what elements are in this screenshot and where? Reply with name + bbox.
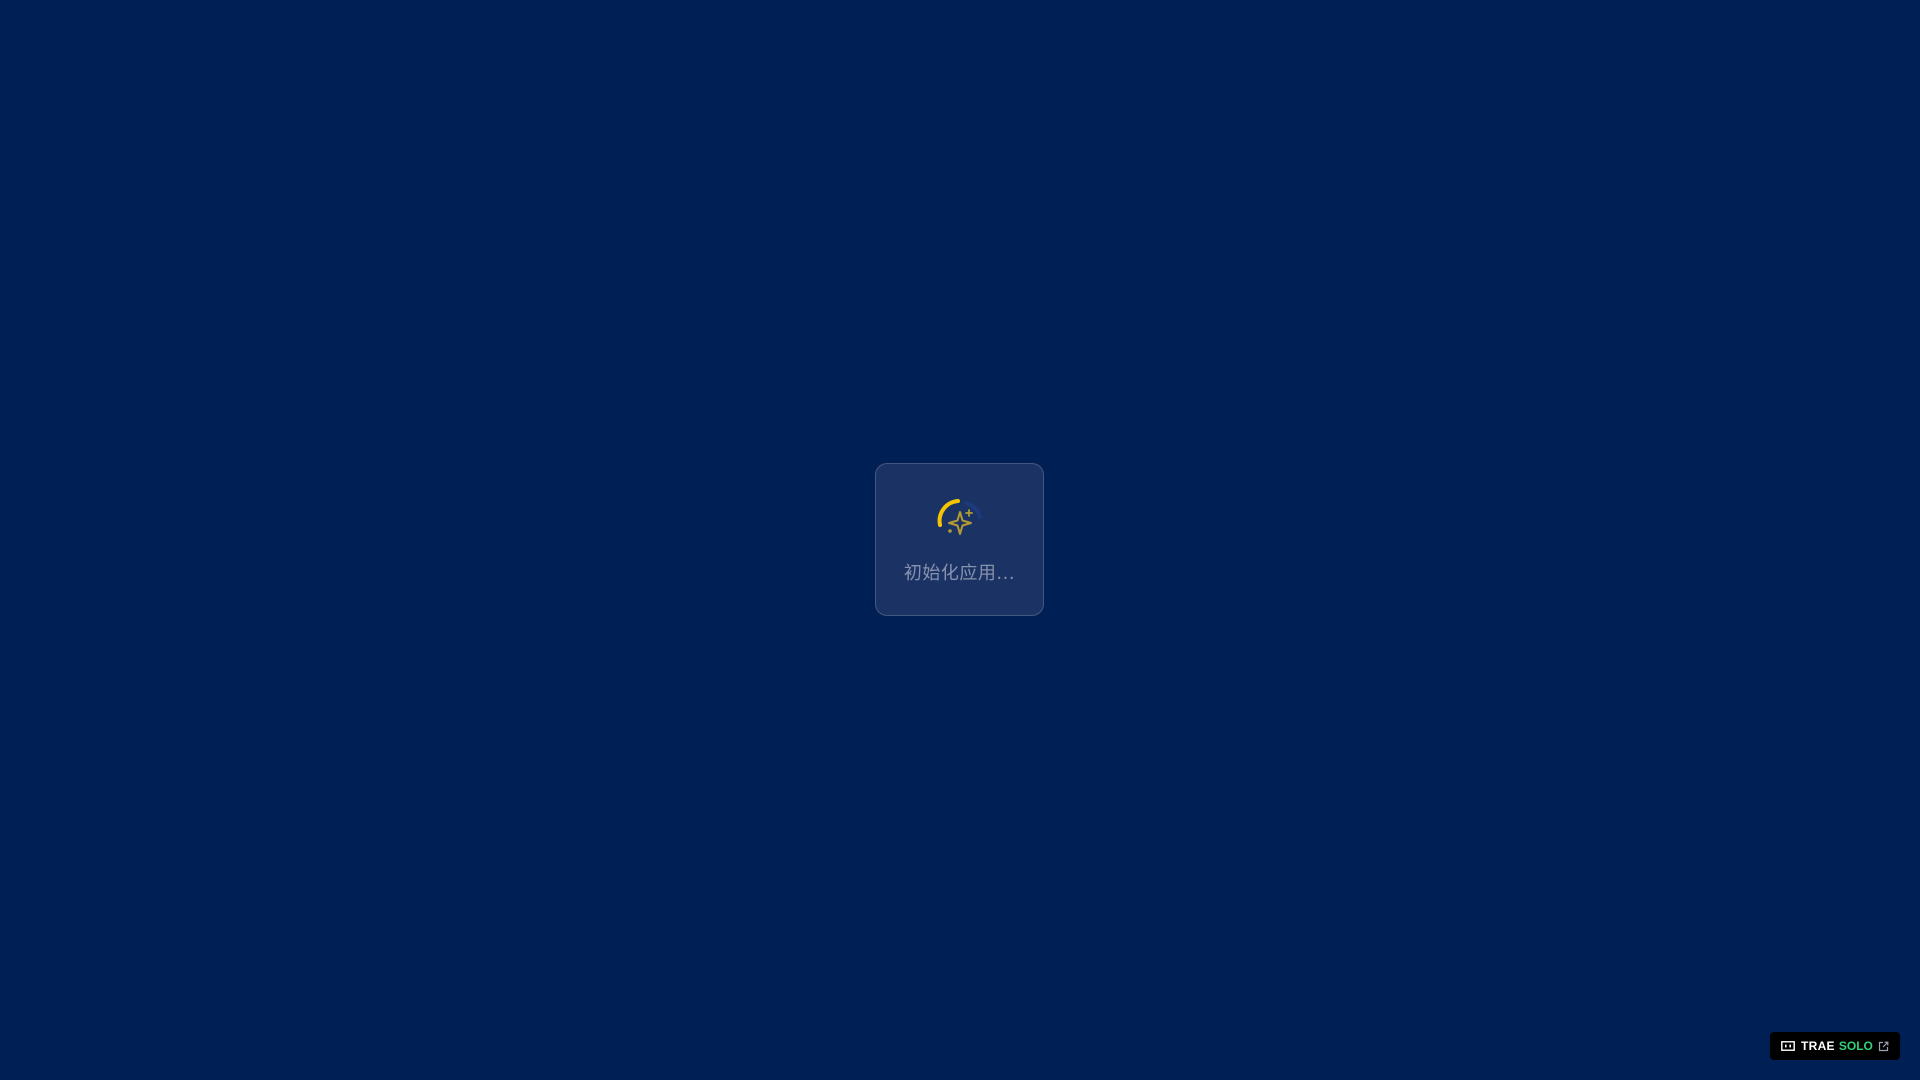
loading-card: 初始化应用... [875,463,1044,616]
trae-solo-badge[interactable]: TRAE SOLO [1770,1032,1900,1060]
external-link-icon [1878,1041,1889,1051]
loading-message: 初始化应用... [903,563,1016,584]
app-root: 初始化应用... TRAE SOLO [0,0,1920,1080]
badge-brand: TRAE [1801,1039,1835,1053]
trae-logo-icon [1781,1041,1795,1051]
sparkle-spinner-icon [936,497,984,545]
badge-product: SOLO [1838,1039,1873,1053]
